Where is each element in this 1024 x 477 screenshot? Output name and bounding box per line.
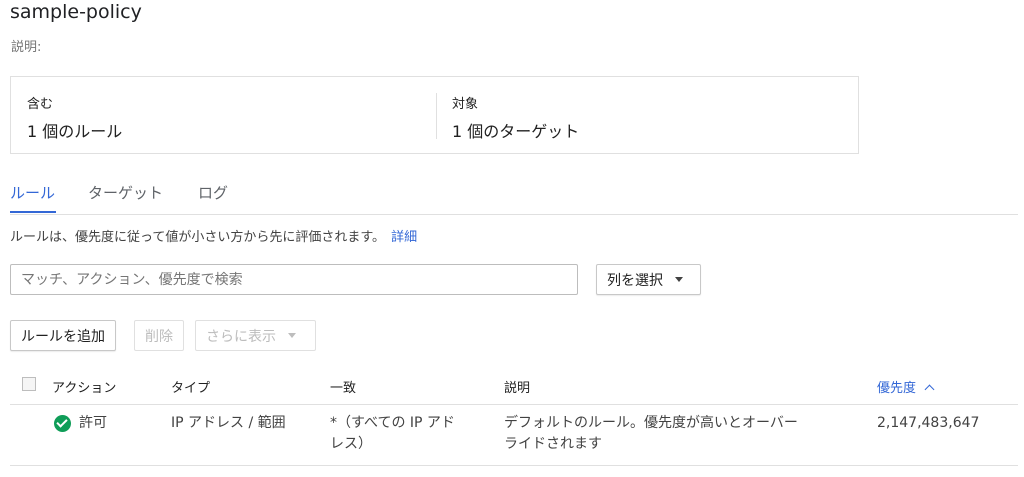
header-match[interactable]: 一致 — [330, 377, 356, 396]
tab-targets-label: ターゲット — [88, 184, 164, 202]
tab-logs-label: ログ — [198, 184, 229, 202]
table-row[interactable]: 許可 IP アドレス / 範囲 *（すべての IP アド レス） デフォルトのル… — [10, 405, 1018, 466]
check-circle-icon — [54, 415, 71, 432]
summary-card: 含む 1 個のルール 対象 1 個のターゲット — [10, 76, 859, 154]
summary-divider — [436, 93, 437, 139]
tab-rules[interactable]: ルール — [10, 182, 56, 213]
tab-targets[interactable]: ターゲット — [88, 182, 163, 212]
table-header: アクション タイプ 一致 説明 優先度 — [10, 366, 1018, 405]
add-rule-button[interactable]: ルールを追加 — [10, 320, 116, 351]
more-actions-button[interactable]: さらに表示 — [195, 320, 316, 351]
row-match-line2: レス） — [330, 436, 372, 452]
header-priority-label: 優先度 — [877, 381, 917, 396]
active-tab-indicator — [10, 211, 56, 213]
row-action: 許可 — [79, 415, 107, 431]
row-type: IP アドレス / 範囲 — [171, 415, 286, 431]
sort-ascending-icon — [924, 384, 935, 395]
delete-button[interactable]: 削除 — [134, 320, 184, 351]
header-type[interactable]: タイプ — [171, 377, 210, 396]
delete-label: 削除 — [145, 328, 173, 345]
targets-value: 1 個のターゲット — [452, 122, 580, 141]
targets-label: 対象 — [452, 97, 479, 112]
tab-rules-label: ルール — [10, 184, 56, 202]
header-description[interactable]: 説明 — [504, 377, 530, 396]
row-description-line1: デフォルトのルール。優先度が高いとオーバー — [504, 415, 798, 431]
select-columns-label: 列を選択 — [607, 272, 663, 289]
add-rule-label: ルールを追加 — [21, 328, 105, 345]
row-match: *（すべての IP アド レス） — [330, 413, 455, 455]
rules-info-text: ルールは、優先度に従って値が小さい方から先に評価されます。 — [10, 230, 386, 245]
search-input[interactable] — [10, 264, 578, 295]
row-description: デフォルトのルール。優先度が高いとオーバー ライドされます — [504, 413, 798, 455]
tab-bar: ルール ターゲット ログ — [10, 180, 1018, 215]
select-columns-button[interactable]: 列を選択 — [596, 264, 701, 295]
chevron-down-icon — [288, 333, 296, 338]
more-actions-label: さらに表示 — [206, 328, 276, 345]
description-label: 説明: — [11, 40, 42, 55]
tab-logs[interactable]: ログ — [198, 182, 228, 212]
chevron-down-icon — [675, 277, 683, 282]
row-match-line1: *（すべての IP アド — [330, 415, 455, 431]
includes-value: 1 個のルール — [27, 122, 123, 141]
details-link[interactable]: 詳細 — [391, 230, 417, 245]
summary-includes: 含む 1 個のルール — [27, 93, 122, 142]
summary-targets: 対象 1 個のターゲット — [452, 93, 579, 142]
row-description-line2: ライドされます — [504, 436, 602, 452]
page-title: sample-policy — [10, 1, 142, 23]
select-all-checkbox[interactable] — [22, 377, 36, 391]
includes-label: 含む — [27, 97, 54, 112]
row-priority: 2,147,483,647 — [877, 415, 980, 431]
header-action[interactable]: アクション — [52, 377, 116, 396]
header-priority[interactable]: 優先度 — [877, 377, 935, 396]
rules-info: ルールは、優先度に従って値が小さい方から先に評価されます。 詳細 — [10, 226, 417, 245]
